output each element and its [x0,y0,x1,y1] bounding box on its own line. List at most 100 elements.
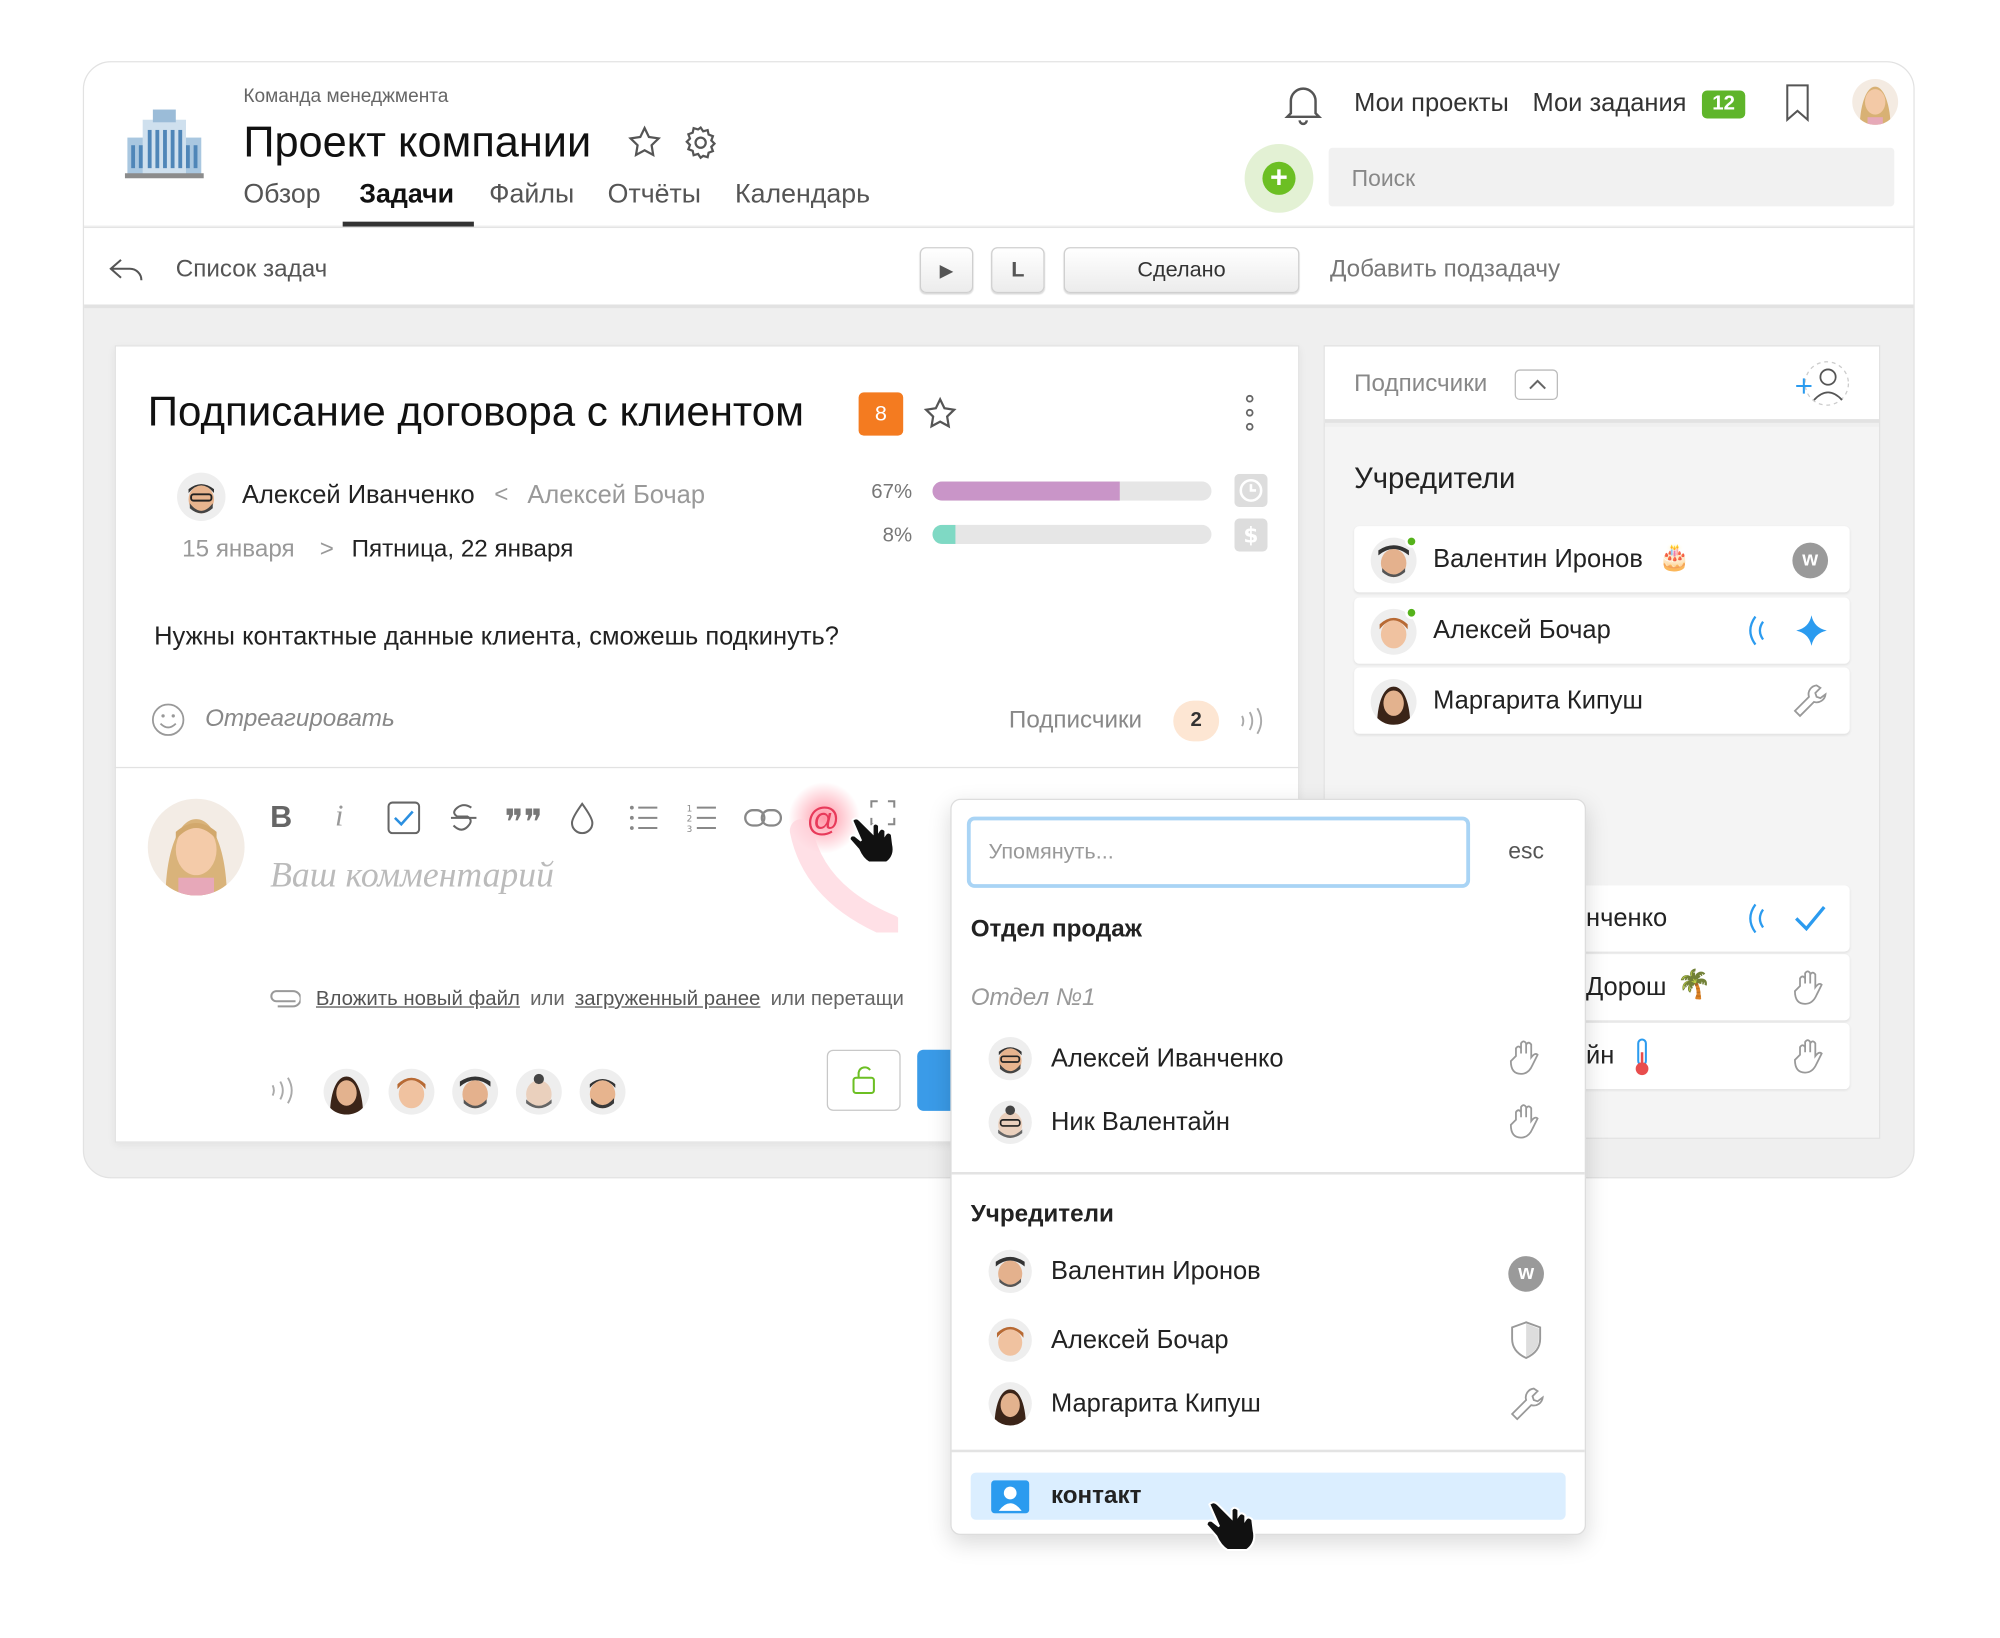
bookmark-icon[interactable] [1782,82,1813,125]
hand-cursor-icon [847,810,906,864]
settings-gear-icon[interactable] [682,124,720,162]
recipient-avatar[interactable] [388,1068,435,1115]
star-icon[interactable] [625,124,663,162]
italic-button[interactable]: i [335,800,343,834]
subscriber-avatar [1370,678,1417,725]
card-subscribers-label[interactable]: Подписчики [1009,707,1142,735]
due-date[interactable]: Пятница, 22 января [352,536,574,564]
author-name[interactable]: Алексей Бочар [527,482,705,511]
mention-option[interactable]: Ник Валентайн [1051,1108,1230,1137]
start-date[interactable]: 15 января [182,536,294,564]
contact-label: контакт [1050,1482,1142,1510]
my-tasks-link[interactable]: Мои задания [1533,89,1687,118]
user-avatar[interactable] [1852,78,1899,125]
subscriber-row[interactable]: Алексей Бочар [1354,597,1850,664]
task-title: Подписание договора с клиентом [147,387,805,435]
check-icon [1792,902,1828,935]
subscriber-name: Валентин Иронов [1433,545,1643,574]
notify-waves-icon[interactable] [1238,703,1266,739]
department-subheading: Отдел №1 [970,984,1096,1012]
hand-icon [1792,968,1828,1006]
l-button[interactable]: L [991,247,1045,293]
mention-at-icon[interactable]: @ [806,800,840,839]
esc-button[interactable]: esc [1508,838,1544,865]
recipient-avatar[interactable] [452,1068,499,1115]
mention-option[interactable]: Алексей Бочар [1051,1326,1229,1355]
link-icon[interactable] [744,805,783,830]
attach-line: Вложить новый файл или загруженный ранее… [316,989,949,1012]
task-description: Нужны контактные данные клиента, сможешь… [154,622,839,651]
divider [951,1449,1585,1453]
founders-section-heading: Учредители [970,1201,1114,1229]
attach-or: или [530,988,565,1011]
divider [114,766,1300,769]
task-star-icon[interactable] [921,395,959,433]
divider [951,1171,1585,1175]
done-button[interactable]: Сделано [1063,247,1300,293]
strikethrough-icon[interactable] [448,801,479,834]
commenter-avatar [147,798,245,896]
add-subtask-link[interactable]: Добавить подзадачу [1330,256,1560,284]
priority-badge[interactable]: 8 [858,392,904,436]
bullet-list-icon[interactable] [628,803,659,834]
recipient-avatar[interactable] [579,1068,626,1115]
notify-blue-icon [1745,899,1776,937]
thermometer-icon [1632,1037,1652,1078]
mention-option[interactable]: Маргарита Кипуш [1051,1390,1261,1419]
hand-icon [1792,1037,1828,1075]
svg-text:3: 3 [687,825,693,833]
project-title: Проект компании [243,118,592,167]
tab-files[interactable]: Файлы [489,180,574,211]
subscriber-row[interactable]: Маргарита Кипуш [1354,667,1850,734]
back-arrow-icon[interactable] [107,255,145,286]
comment-input[interactable]: Ваш комментарий [270,856,554,897]
bold-button[interactable]: B [270,800,292,836]
tab-tasks[interactable]: Задачи [359,180,454,211]
sales-section-heading: Отдел продаж [970,915,1142,943]
tab-overview[interactable]: Обзор [243,180,320,211]
online-dot [1405,606,1418,620]
w-badge-icon: w [1508,1256,1544,1292]
add-subscriber-icon[interactable] [1794,359,1853,410]
react-link[interactable]: Отреагировать [205,706,395,734]
subscriber-name: Алексей Бочар [1433,616,1611,645]
contact-option[interactable]: контакт [970,1472,1566,1520]
task-list-link[interactable]: Список задач [176,256,327,284]
checkbox-icon[interactable] [387,801,421,835]
mention-search-input[interactable]: Упомянуть... [966,816,1471,888]
clock-icon[interactable] [1234,473,1268,508]
collapse-button[interactable] [1514,369,1558,401]
tab-reports[interactable]: Отчёты [608,180,701,211]
subscriber-name: нченко [1586,904,1668,933]
assignee-name[interactable]: Алексей Иванченко [242,482,475,511]
mention-option[interactable]: Валентин Иронов [1051,1257,1261,1286]
budget-progress-label: 8% [882,524,913,547]
subscribers-count-badge[interactable]: 2 [1173,700,1220,742]
palm-tree-icon: 🌴 [1676,968,1712,1001]
quote-icon[interactable]: ❞❞ [504,801,542,843]
assignee-avatar[interactable] [177,472,226,522]
attach-new-file-link[interactable]: Вложить новый файл [316,989,520,1012]
editor-notify-icon[interactable] [268,1073,299,1109]
dollar-icon[interactable]: $ [1234,518,1268,552]
search-input[interactable]: Поиск [1328,147,1895,207]
recipient-avatar[interactable] [323,1068,370,1115]
author-separator: < [494,481,509,509]
team-name[interactable]: Команда менеджмента [243,85,448,107]
more-menu-icon[interactable] [1242,392,1257,433]
mention-option[interactable]: Алексей Иванченко [1051,1045,1284,1074]
attach-existing-link[interactable]: загруженный ранее [575,989,760,1012]
numbered-list-icon[interactable]: 123 [687,803,718,833]
privacy-lock-button[interactable] [826,1049,901,1111]
my-projects-link[interactable]: Мои проекты [1354,89,1509,118]
smile-icon[interactable] [150,702,186,738]
subscriber-row[interactable]: Валентин Иронов 🎂 w [1354,526,1850,593]
play-button[interactable]: ▶ [919,247,974,293]
color-drop-icon[interactable] [569,801,594,835]
tab-calendar[interactable]: Календарь [735,180,870,211]
bell-icon[interactable] [1282,82,1325,128]
add-button[interactable]: + [1244,143,1314,213]
recipient-avatar[interactable] [515,1068,562,1115]
contact-card-icon [991,1480,1030,1514]
subscribers-title[interactable]: Подписчики [1354,371,1487,399]
